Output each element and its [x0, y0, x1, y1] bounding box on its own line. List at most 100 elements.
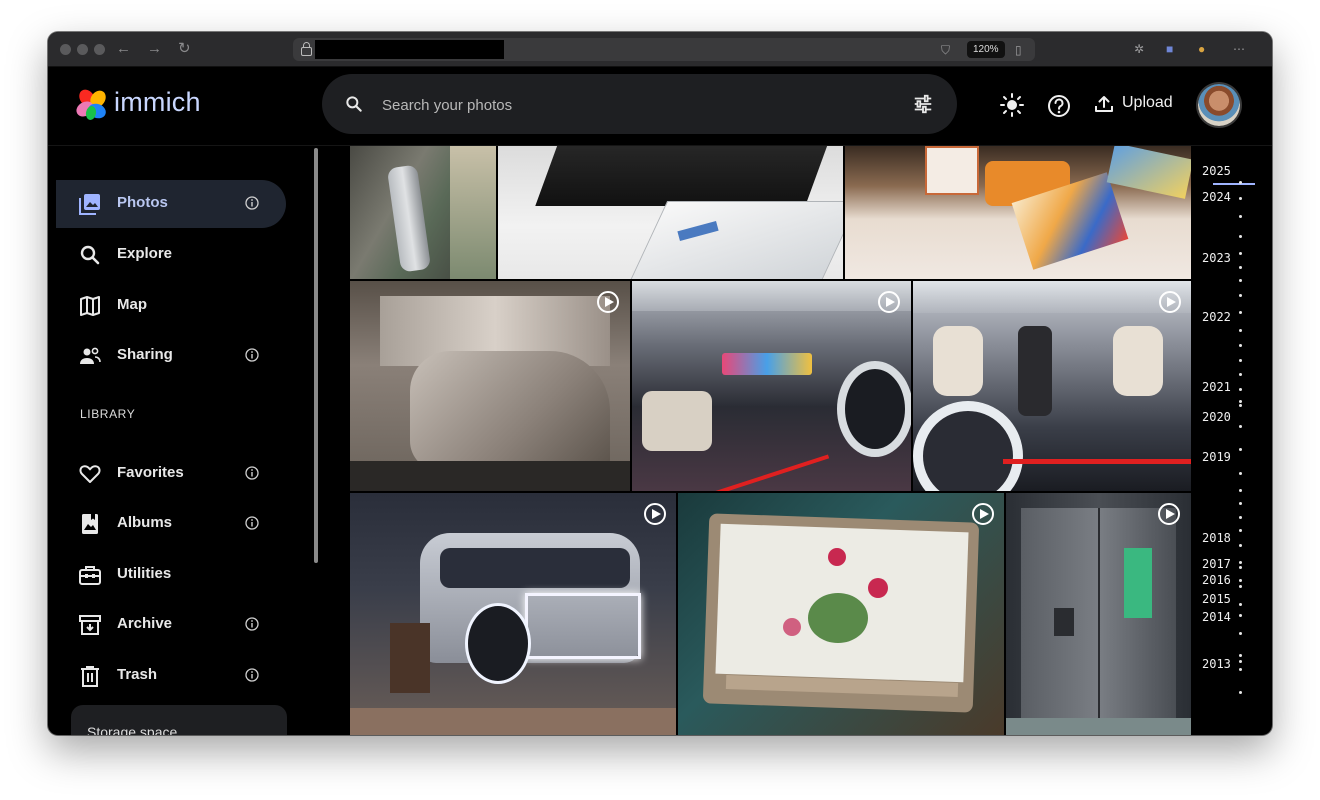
zoom-level[interactable]: 120%	[967, 41, 1005, 58]
timeline-month-dot	[1239, 585, 1242, 588]
reader-mode-icon[interactable]: ▯	[1015, 41, 1022, 59]
browser-toolbar: ← → ↻ ⛉ 120% ▯ ✲ ■ ● ⋯	[48, 32, 1272, 67]
sidebar-item-label: Explore	[117, 245, 173, 262]
timeline-year[interactable]: 2024	[1202, 190, 1231, 204]
forward-arrow-icon[interactable]: →	[147, 39, 162, 59]
toolbox-icon	[79, 566, 101, 585]
sidebar-item-map[interactable]: Map	[56, 282, 286, 330]
address-bar[interactable]: ⛉ 120% ▯	[293, 38, 1035, 61]
timeline-month-dot	[1239, 516, 1242, 519]
timeline-month-dot	[1239, 266, 1242, 269]
video-play-icon	[1159, 291, 1181, 313]
timeline-year[interactable]: 2016	[1202, 573, 1231, 587]
shield-icon[interactable]: ⛉	[941, 41, 950, 59]
sidebar-scrollbar[interactable]	[314, 148, 318, 563]
timeline-month-dot	[1239, 252, 1242, 255]
library-heading: LIBRARY	[80, 407, 136, 421]
app-name: immich	[114, 87, 201, 117]
timeline-month-dot	[1239, 329, 1242, 332]
help-icon[interactable]	[1046, 93, 1072, 119]
photo-parking-garage-car[interactable]	[350, 146, 496, 279]
sidebar-item-favorites[interactable]: Favorites	[56, 450, 286, 498]
timeline-year[interactable]: 2018	[1202, 531, 1231, 545]
timeline-month-dot	[1239, 472, 1242, 475]
timeline-year[interactable]: 2025	[1202, 164, 1231, 178]
back-arrow-icon[interactable]: ←	[116, 39, 131, 59]
timeline-month-dot	[1239, 344, 1242, 347]
photo-mini-pc-display-card[interactable]	[498, 146, 843, 279]
timeline-month-dot	[1239, 566, 1242, 569]
sharing-icon	[80, 347, 101, 364]
redacted-url	[315, 40, 504, 59]
photo-robot-toy-books[interactable]	[845, 146, 1191, 279]
sidebar-item-albums[interactable]: Albums	[56, 500, 286, 548]
search-options-icon[interactable]	[912, 93, 934, 115]
window-zoom-button[interactable]	[94, 44, 105, 55]
more-menu-icon[interactable]: ⋯	[1233, 40, 1245, 58]
window-close-button[interactable]	[60, 44, 71, 55]
video-play-icon	[1158, 503, 1180, 525]
timeline-month-dot	[1239, 404, 1242, 407]
photo-flower-painting-screen[interactable]	[678, 493, 1004, 735]
info-icon[interactable]	[245, 617, 259, 631]
sidebar-item-archive[interactable]: Archive	[56, 601, 286, 649]
timeline-month-dot	[1239, 181, 1242, 184]
info-icon[interactable]	[245, 348, 259, 362]
timeline-month-dot	[1239, 400, 1242, 403]
extensions-icon[interactable]: ✲	[1134, 40, 1144, 58]
user-avatar[interactable]	[1198, 84, 1240, 126]
sidebar-item-label: Map	[117, 296, 147, 313]
timeline-year[interactable]: 2017	[1202, 557, 1231, 571]
profile-emoji-icon[interactable]: ●	[1198, 40, 1205, 58]
theme-toggle-icon[interactable]	[999, 92, 1025, 118]
timeline-year[interactable]: 2019	[1202, 450, 1231, 464]
search-bar[interactable]	[322, 74, 957, 134]
timeline-year[interactable]: 2022	[1202, 310, 1231, 324]
photo-massage-chair-booth[interactable]	[350, 281, 630, 491]
search-input[interactable]	[380, 90, 884, 120]
sidebar-item-label: Trash	[117, 666, 158, 683]
timeline-year[interactable]: 2015	[1202, 592, 1231, 606]
timeline-month-dot	[1239, 279, 1242, 282]
timeline-month-dot	[1239, 529, 1242, 532]
timeline-year[interactable]: 2013	[1202, 657, 1231, 671]
browser-window: ← → ↻ ⛉ 120% ▯ ✲ ■ ● ⋯ immich Search you…	[48, 32, 1272, 735]
sidebar-item-trash[interactable]: Trash	[56, 652, 286, 700]
sidebar-item-utilities[interactable]: Utilities	[56, 551, 286, 599]
sidebar-item-label: Albums	[117, 514, 173, 531]
timeline-month-dot	[1239, 448, 1242, 451]
timeline-month-dot	[1239, 579, 1242, 582]
timeline-month-dot	[1239, 614, 1242, 617]
sidebar-item-label: Photos	[117, 194, 168, 211]
photo-smart-refrigerator[interactable]	[1006, 493, 1191, 735]
timeline-year[interactable]: 2023	[1202, 251, 1231, 265]
sidebar-item-explore[interactable]: Explore	[56, 231, 286, 279]
timeline-year[interactable]: 2020	[1202, 410, 1231, 424]
timeline-month-dot	[1239, 489, 1242, 492]
photo-concept-vehicle-interior[interactable]	[632, 281, 911, 491]
timeline-month-dot	[1239, 359, 1242, 362]
window-minimize-button[interactable]	[77, 44, 88, 55]
timeline-month-dot	[1239, 215, 1242, 218]
info-icon[interactable]	[245, 668, 259, 682]
sidebar-item-photos[interactable]: Photos	[56, 180, 286, 228]
timeline-month-dot	[1239, 691, 1242, 694]
timeline-year[interactable]: 2014	[1202, 610, 1231, 624]
photo-concept-vehicle-passenger[interactable]	[913, 281, 1191, 491]
timeline-year[interactable]: 2021	[1202, 380, 1231, 394]
info-icon[interactable]	[245, 516, 259, 530]
extension-badge-icon[interactable]: ■	[1166, 40, 1173, 58]
video-play-icon	[972, 503, 994, 525]
sidebar-item-sharing[interactable]: Sharing	[56, 332, 286, 380]
info-icon[interactable]	[245, 196, 259, 210]
timeline-month-dot	[1239, 668, 1242, 671]
photo-autonomous-shuttle-concept[interactable]	[350, 493, 676, 735]
timeline-month-dot	[1239, 235, 1242, 238]
timeline-month-dot	[1239, 502, 1242, 505]
storage-space-panel[interactable]: Storage space	[71, 705, 287, 735]
immich-logo[interactable]	[76, 88, 108, 120]
timeline-month-dot	[1239, 561, 1242, 564]
info-icon[interactable]	[245, 466, 259, 480]
reload-icon[interactable]: ↻	[178, 39, 191, 59]
timeline-month-dot	[1239, 294, 1242, 297]
